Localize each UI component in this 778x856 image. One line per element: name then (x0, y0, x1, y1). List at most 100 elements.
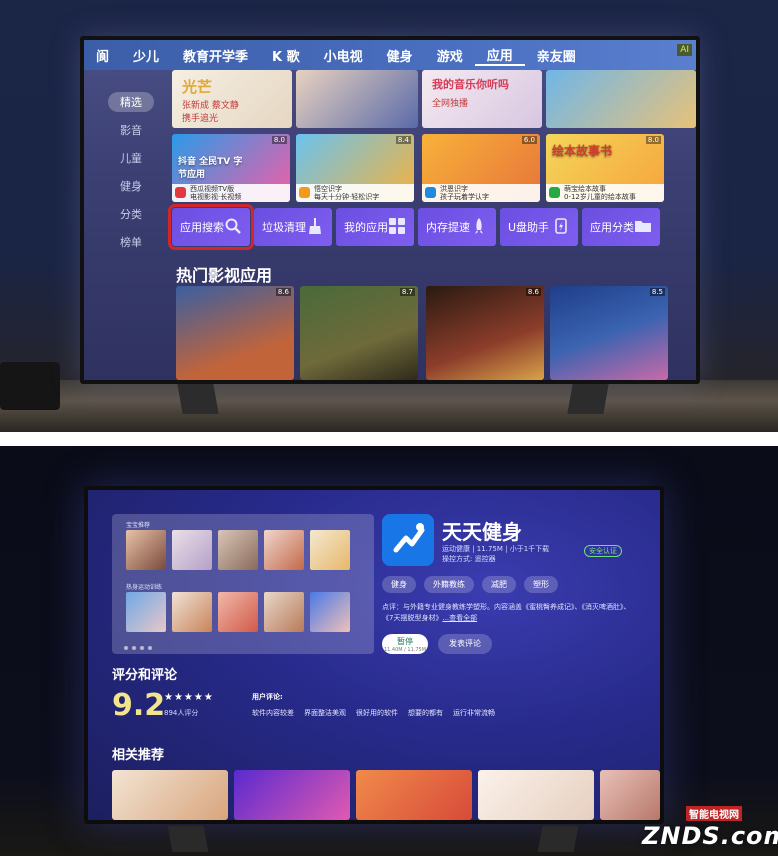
gallery-label: 宝宝推荐 (126, 522, 151, 529)
gallery-thumb[interactable] (310, 530, 350, 570)
nav-tab-small-tv[interactable]: 小电视 (312, 46, 375, 65)
app-card[interactable]: 8.0 抖音 全民TV 字节应用 西瓜视频TV版 电视影视·长视频 (172, 134, 290, 202)
gallery-thumb[interactable] (310, 592, 350, 632)
comment-tags: 软件内容较差 界面整洁美观 很好用的软件 想要的都有 运行非常流畅 (252, 708, 495, 718)
nav-tab-education[interactable]: 教育开学季 (171, 46, 260, 65)
gallery-thumb[interactable] (172, 530, 212, 570)
related-app-card[interactable] (112, 770, 228, 820)
view-all-link[interactable]: ...查看全部 (442, 614, 477, 622)
tag[interactable]: 塑形 (524, 576, 558, 593)
nav-tab[interactable]: 阆 (84, 46, 121, 65)
gallery-thumb[interactable] (218, 530, 258, 570)
memory-boost-button[interactable]: 内存提速 (418, 208, 496, 246)
sidebar: 精选 影音 儿童 健身 分类 榜单 (84, 80, 168, 380)
nav-tab-games[interactable]: 游戏 (425, 46, 475, 65)
app-category-button[interactable]: 应用分类 (582, 208, 660, 246)
banner-card[interactable] (546, 70, 696, 128)
sidebar-item-media[interactable]: 影音 (108, 122, 154, 138)
nav-tab-karaoke[interactable]: K 歌 (260, 46, 312, 65)
gallery-thumb[interactable] (126, 592, 166, 632)
gallery-thumb[interactable] (264, 592, 304, 632)
safe-cert-badge: 安全认证 (584, 545, 622, 557)
related-app-card[interactable] (356, 770, 472, 820)
related-app-card[interactable] (478, 770, 594, 820)
app-card[interactable]: 6.0 洪恩识字 孩子玩着学认字 (422, 134, 540, 202)
tag-list: 健身 外籍教练 减肥 塑形 (382, 576, 558, 593)
app-meta-info: 运动健康 | 11.75M | 小于1千下载 (442, 545, 550, 553)
app-search-button[interactable]: 应用搜索 (168, 204, 254, 250)
poster-score: 8.6 (275, 288, 291, 296)
poster-card[interactable]: 8.5 (550, 286, 668, 380)
poster-card[interactable]: 8.7 (300, 286, 418, 380)
tag[interactable]: 健身 (382, 576, 416, 593)
tag[interactable]: 外籍教练 (424, 576, 474, 593)
poster-card[interactable]: 8.6 (176, 286, 294, 380)
photo-divider (0, 432, 778, 446)
comment-tag: 界面整洁美观 (304, 709, 346, 717)
side-device (0, 362, 60, 410)
pause-download-button[interactable]: 暂停 11.40M / 11.75M (382, 634, 428, 654)
tv-foot-left (167, 826, 209, 852)
broom-icon (306, 217, 324, 235)
tool-label: 垃圾清理 (262, 221, 306, 234)
sidebar-item-category[interactable]: 分类 (108, 206, 154, 222)
watermark-site-name: 智能电视网 (686, 806, 742, 821)
download-progress-text: 11.40M / 11.75M (383, 647, 427, 653)
tool-label: 应用搜索 (180, 221, 224, 234)
banner-card[interactable] (296, 70, 418, 128)
reviews-heading: 评分和评论 (112, 668, 178, 683)
tv-table (0, 380, 778, 432)
app-score: 6.0 (521, 136, 537, 144)
gallery-label: 热身运动训练 (126, 584, 163, 591)
poster-score: 8.7 (399, 288, 415, 296)
app-card[interactable]: 8.4 悟空识字 每天十分钟·轻松识字 (296, 134, 414, 202)
junk-clean-button[interactable]: 垃圾清理 (254, 208, 332, 246)
sidebar-item-fitness[interactable]: 健身 (108, 178, 154, 194)
gallery-thumb[interactable] (172, 592, 212, 632)
write-review-button[interactable]: 发表评论 (438, 634, 492, 654)
app-icon-fitness (382, 514, 434, 566)
gallery-thumb[interactable] (126, 530, 166, 570)
banner-card[interactable]: 我的音乐你听吗 全网独播 (422, 70, 542, 128)
tv-foot-right (567, 384, 609, 414)
poster-score: 8.5 (649, 288, 665, 296)
tag[interactable]: 减肥 (482, 576, 516, 593)
folder-icon (634, 217, 652, 235)
app-score: 8.0 (645, 136, 661, 144)
poster-card[interactable]: 8.6 (426, 286, 544, 380)
banner-subtitle: 张新成 蔡文静 携手追光 (182, 101, 239, 124)
nav-tab-fitness[interactable]: 健身 (375, 46, 425, 65)
usb-icon (552, 217, 570, 235)
top-nav: 阆 少儿 教育开学季 K 歌 小电视 健身 游戏 应用 亲友圈 (84, 40, 696, 70)
rating-score: 9.2 (112, 688, 166, 723)
app-card[interactable]: 8.0 绘本故事书 萌宝绘本故事 0-12岁儿童的绘本故事 (546, 134, 664, 202)
tool-label: U盘助手 (508, 221, 550, 234)
search-icon (224, 217, 242, 235)
ai-badge: AI (677, 44, 692, 56)
photo-top: 阆 少儿 教育开学季 K 歌 小电视 健身 游戏 应用 亲友圈 AI 精选 影音… (0, 0, 778, 432)
user-comments-label: 用户评论: (252, 693, 283, 701)
related-app-card[interactable] (234, 770, 350, 820)
tool-label: 应用分类 (590, 221, 634, 234)
nav-tab-friends[interactable]: 亲友圈 (525, 46, 588, 65)
nav-tab-apps[interactable]: 应用 (474, 45, 525, 66)
banner-title: 光芒 (182, 78, 213, 96)
sidebar-item-featured[interactable]: 精选 (108, 92, 154, 112)
gallery-thumb[interactable] (264, 530, 304, 570)
tool-label: 我的应用 (344, 221, 388, 234)
gallery-thumb[interactable] (218, 592, 258, 632)
gallery-pager (124, 646, 152, 650)
app-title: 天天健身 (442, 520, 522, 544)
tv-screen-app-store: 阆 少儿 教育开学季 K 歌 小电视 健身 游戏 应用 亲友圈 AI 精选 影音… (84, 40, 696, 380)
usb-helper-button[interactable]: U盘助手 (500, 208, 578, 246)
sidebar-item-ranking[interactable]: 榜单 (108, 234, 154, 250)
app-icon (549, 187, 560, 198)
pause-label: 暂停 (397, 637, 413, 646)
app-art-title: 抖音 全民TV 字节应用 (178, 157, 243, 180)
nav-tab-kids[interactable]: 少儿 (121, 46, 171, 65)
comment-tag: 软件内容较差 (252, 709, 294, 717)
banner-card[interactable]: 光芒 张新成 蔡文静 携手追光 (172, 70, 292, 128)
my-apps-button[interactable]: 我的应用 (336, 208, 414, 246)
screenshot-gallery[interactable]: 宝宝推荐 热身运动训练 (112, 514, 374, 654)
sidebar-item-kids[interactable]: 儿童 (108, 150, 154, 166)
